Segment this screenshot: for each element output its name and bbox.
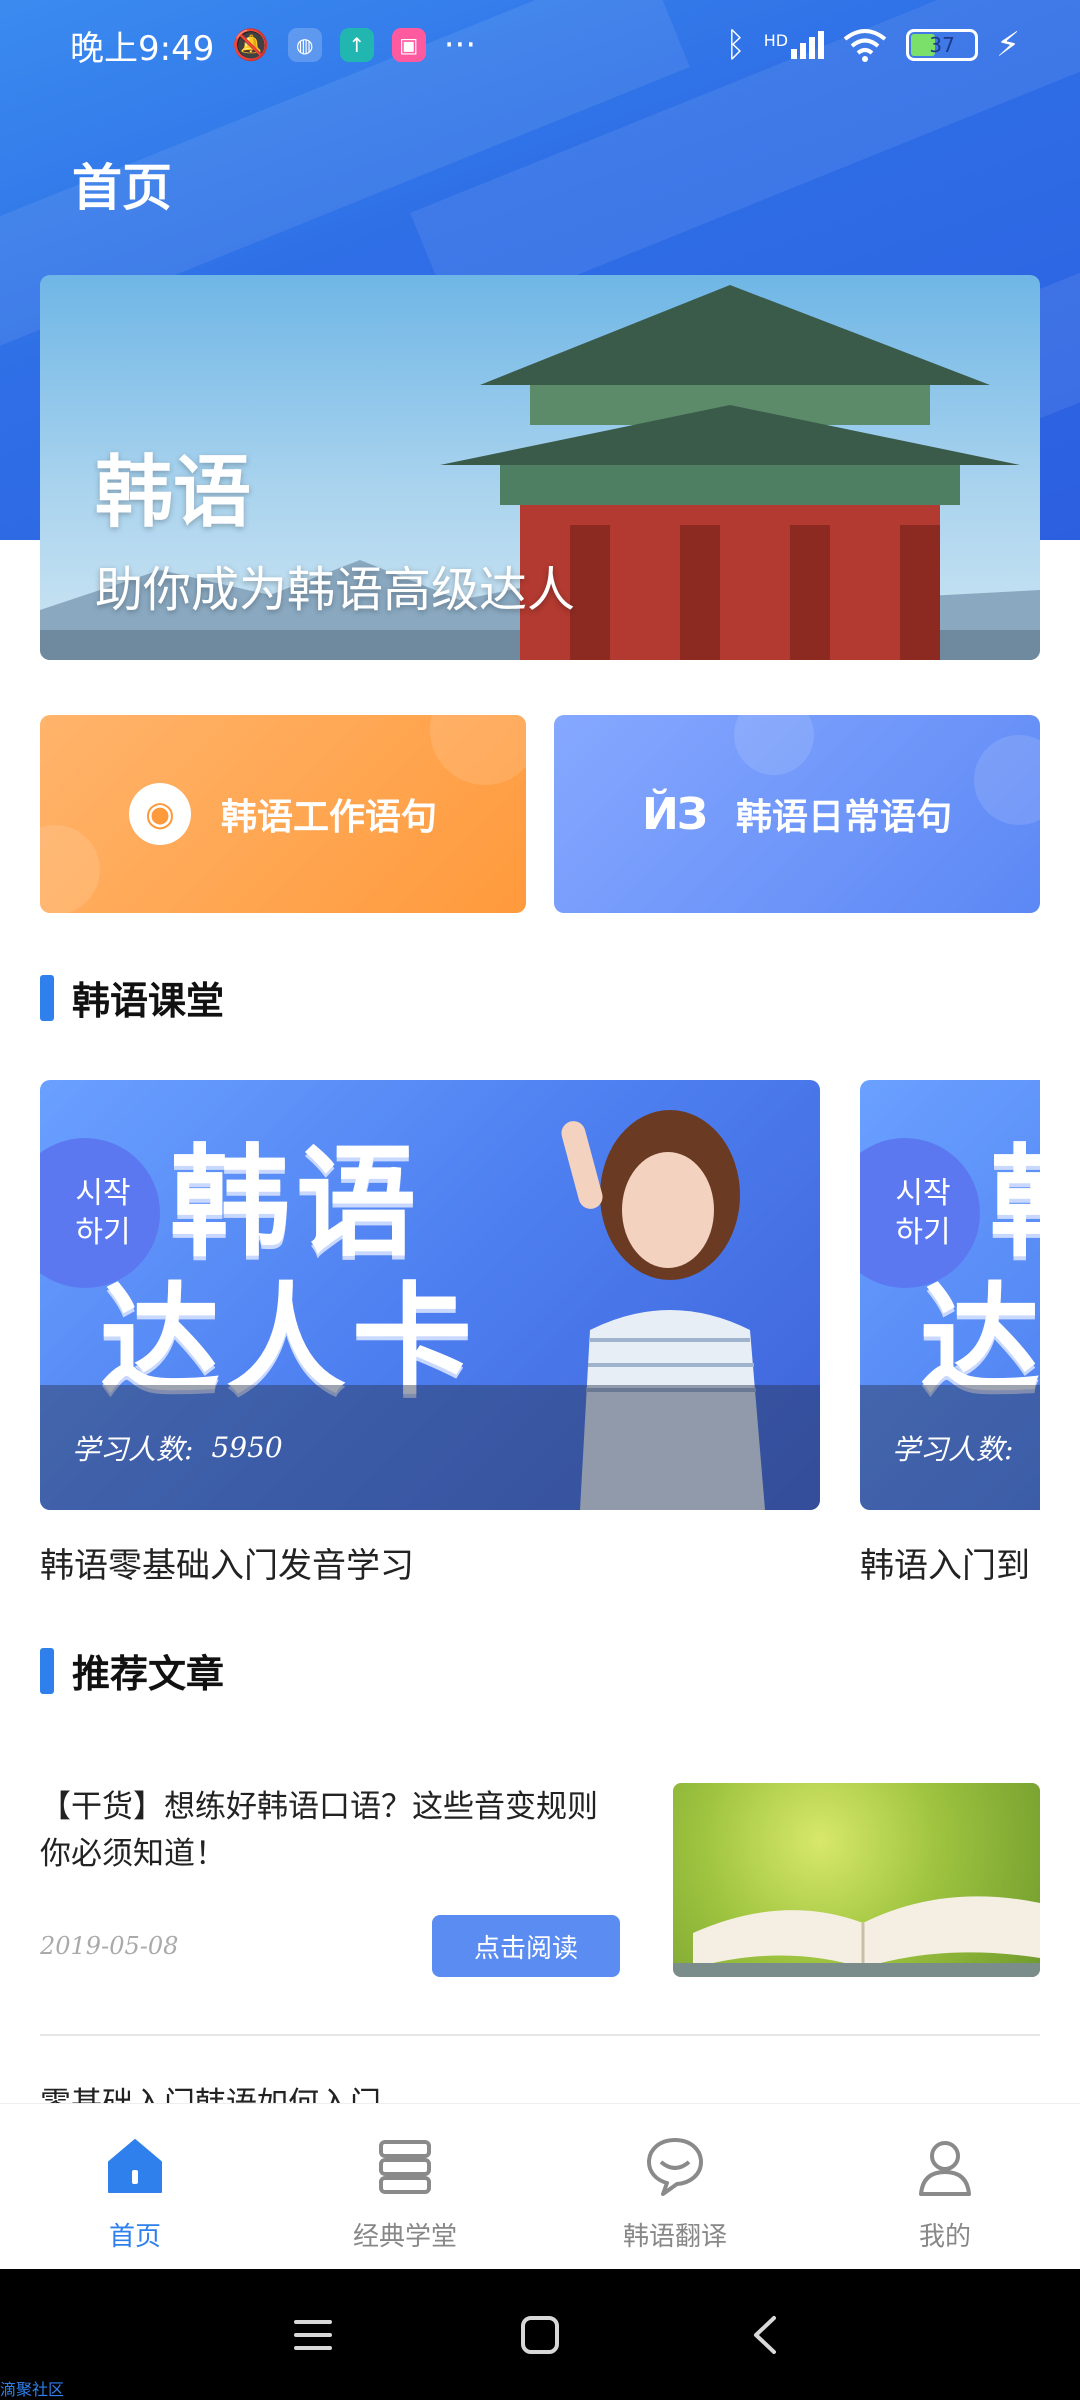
tab-home[interactable]: 首页	[0, 2104, 270, 2269]
bluetooth-icon: ᛒ	[725, 25, 746, 65]
signal-icon: HD	[763, 31, 825, 59]
network-type: HD	[763, 31, 789, 50]
quick-link-work-phrases[interactable]: ◉ 韩语工作语句	[40, 715, 526, 913]
article-item[interactable]: 【干货】想练好韩语口语？这些音变规则你必须知道！ 2019-05-08 点击阅读	[40, 1780, 1040, 1980]
tab-profile[interactable]: 我的	[810, 2104, 1080, 2269]
cover-title-line: 韩	[990, 1135, 1040, 1273]
globe-icon: ◍	[287, 28, 322, 62]
article-date: 2019-05-08	[40, 1932, 179, 1960]
learners-bar: 学习人数: 5950	[40, 1385, 820, 1510]
badge-line: 시작	[895, 1176, 951, 1211]
article-thumbnail[interactable]	[673, 1783, 1040, 1977]
section-title-courses: 韩语课堂	[40, 970, 224, 1025]
course-carousel[interactable]: 시작 하기 韩语 达人卡 学习人数: 5950 韩语零基础入门发音学习 시작 하…	[40, 1080, 1040, 1600]
section-title-text: 韩语课堂	[72, 978, 225, 1023]
course-title[interactable]: 韩语入门到	[860, 1538, 1040, 1587]
section-title-articles: 推荐文章	[40, 1643, 224, 1698]
status-time: 晚上9:49	[70, 28, 215, 69]
system-nav-bar	[0, 2269, 1080, 2400]
tab-label: 我的	[918, 2222, 971, 2252]
home-square-icon[interactable]	[517, 2312, 563, 2358]
page-title: 首页	[72, 158, 172, 217]
learners-label: 学习人数:	[72, 1432, 194, 1466]
status-bar: 晚上9:49 🔕 ◍ ↑ ▣ ··· ᛒ HD 37 ⚡	[0, 0, 1080, 90]
open-book-illustration	[673, 1896, 1040, 1977]
menu-icon[interactable]	[290, 2312, 336, 2358]
course-cover: 시작 하기 韩语 达人卡 学习人数: 5950	[40, 1080, 820, 1510]
tab-label: 经典学堂	[352, 2222, 457, 2252]
section-accent-bar	[40, 974, 54, 1021]
learners-count: 5950	[211, 1431, 283, 1464]
course-cover-title: 韩语 达人卡	[100, 1134, 478, 1411]
charging-icon: ⚡	[996, 25, 1020, 65]
quick-link-daily-phrases[interactable]: ЙЗ 韩语日常语句	[554, 715, 1040, 913]
course-card[interactable]: 시작 하기 韩 达 学习人数: 韩语入门到	[860, 1080, 1040, 1587]
course-title[interactable]: 韩语零基础入门发音学习	[40, 1538, 820, 1587]
chat-bubble-icon	[647, 2138, 703, 2196]
book-stack-icon	[379, 2140, 431, 2194]
banner-headline: 韩语	[95, 448, 252, 538]
back-icon[interactable]	[744, 2312, 790, 2358]
banner-subline: 助你成为韩语高级达人	[95, 562, 576, 618]
course-cover: 시작 하기 韩 达 学习人数:	[860, 1080, 1040, 1510]
read-button[interactable]: 点击阅读	[432, 1915, 620, 1977]
course-cover-title: 韩 达	[920, 1135, 1040, 1411]
start-badge: 시작 하기	[860, 1138, 980, 1288]
mute-icon: 🔕	[232, 27, 270, 63]
article-title[interactable]: 【干货】想练好韩语口语？这些音变规则你必须知道！	[40, 1784, 620, 1877]
bottom-tab-bar: 首页 经典学堂 韩语翻译 我的	[0, 2103, 1080, 2269]
start-badge: 시작 하기	[40, 1138, 160, 1288]
quick-link-label: 韩语工作语句	[220, 796, 437, 838]
more-icon: ···	[443, 25, 477, 65]
tab-translate[interactable]: 韩语翻译	[540, 2104, 810, 2269]
lifebuoy-icon: ◉	[128, 783, 191, 845]
upload-icon: ↑	[339, 28, 374, 62]
badge-line: 하기	[895, 1215, 951, 1250]
quick-link-label: 韩语日常语句	[736, 796, 953, 838]
calendar-icon: ▣	[391, 28, 426, 62]
article-item-partial[interactable]: 零基础入门韩语如何入门	[40, 2085, 1040, 2106]
article-divider	[40, 2034, 1040, 2036]
home-icon	[108, 2139, 162, 2193]
cover-title-line: 韩语	[170, 1134, 422, 1273]
learners-label: 学习人数:	[892, 1432, 1014, 1466]
learners-bar: 学习人数:	[860, 1385, 1040, 1510]
battery-icon: 37	[906, 29, 979, 61]
course-card[interactable]: 시작 하기 韩语 达人卡 学习人数: 5950 韩语零基础入门发音学习	[40, 1080, 820, 1587]
tab-label: 首页	[108, 2222, 161, 2252]
section-title-text: 推荐文章	[72, 1651, 225, 1696]
badge-line: 시작	[75, 1176, 131, 1211]
wifi-icon	[843, 29, 887, 62]
user-icon	[919, 2141, 971, 2196]
tab-label: 韩语翻译	[622, 2222, 727, 2252]
watermark: 滴聚社区	[0, 2380, 65, 2399]
tab-classic-classroom[interactable]: 经典学堂	[270, 2104, 540, 2269]
battery-level: 37	[929, 33, 955, 57]
en-icon: ЙЗ	[641, 788, 708, 840]
badge-line: 하기	[75, 1215, 131, 1250]
section-accent-bar	[40, 1647, 54, 1694]
hero-banner[interactable]: 韩语 助你成为韩语高级达人	[40, 275, 1040, 660]
